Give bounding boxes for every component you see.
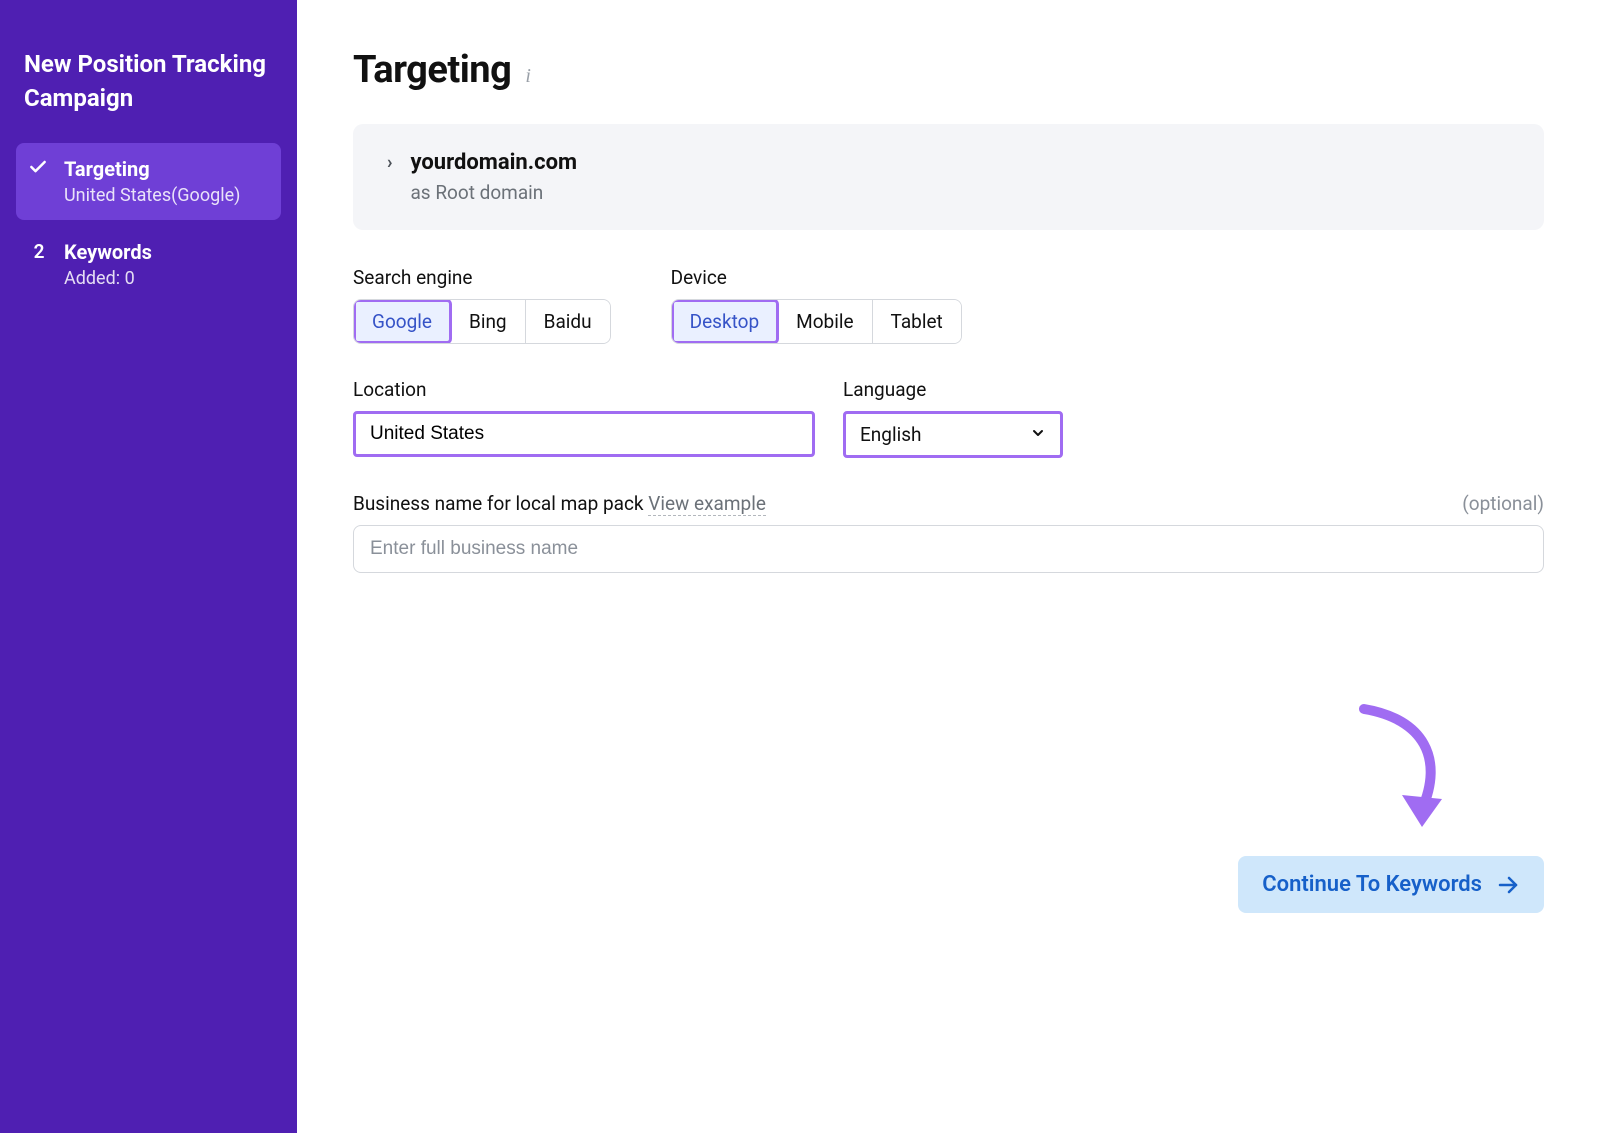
step-label-keywords: Keywords — [64, 240, 267, 264]
main-panel: Targeting i › yourdomain.com as Root dom… — [297, 0, 1600, 1133]
sidebar: New Position Tracking Campaign Targeting… — [0, 0, 297, 1133]
step-label-targeting: Targeting — [64, 157, 267, 181]
step-targeting[interactable]: Targeting United States(Google) — [16, 143, 281, 220]
domain-type-value: Root domain — [435, 181, 543, 204]
label-location: Location — [353, 378, 815, 401]
device-mobile[interactable]: Mobile — [778, 300, 872, 343]
step-sub-keywords: Added: 0 — [64, 268, 267, 289]
device-tablet[interactable]: Tablet — [873, 300, 961, 343]
segmented-device: Desktop Mobile Tablet — [671, 299, 962, 344]
continue-to-keywords-button[interactable]: Continue To Keywords — [1238, 856, 1544, 913]
label-search-engine: Search engine — [353, 266, 611, 289]
step-number: 2 — [28, 240, 50, 263]
group-language: Language English — [843, 378, 1063, 458]
chevron-down-icon — [1030, 425, 1046, 445]
segmented-search-engine: Google Bing Baidu — [353, 299, 611, 344]
label-business: Business name for local map pack View ex… — [353, 492, 766, 515]
step-body: Targeting United States(Google) — [64, 157, 267, 206]
label-language: Language — [843, 378, 1063, 401]
business-view-example-link[interactable]: View example — [648, 492, 766, 516]
step-sub-targeting: United States(Google) — [64, 185, 267, 206]
business-label-row: Business name for local map pack View ex… — [353, 492, 1544, 515]
step-body: Keywords Added: 0 — [64, 240, 267, 289]
domain-type-prefix: as — [410, 181, 435, 204]
group-device: Device Desktop Mobile Tablet — [671, 266, 962, 344]
language-value: English — [860, 423, 921, 446]
arrow-right-icon — [1496, 873, 1520, 897]
sidebar-title: New Position Tracking Campaign — [16, 48, 281, 115]
row-engine-device: Search engine Google Bing Baidu Device D… — [353, 266, 1544, 344]
search-engine-baidu[interactable]: Baidu — [526, 300, 610, 343]
language-select[interactable]: English — [843, 411, 1063, 458]
check-icon — [28, 157, 50, 177]
group-business: Business name for local map pack View ex… — [353, 492, 1544, 573]
business-name-input[interactable] — [353, 525, 1544, 573]
group-search-engine: Search engine Google Bing Baidu — [353, 266, 611, 344]
domain-card[interactable]: › yourdomain.com as Root domain — [353, 124, 1544, 230]
step-keywords[interactable]: 2 Keywords Added: 0 — [16, 226, 281, 303]
continue-label: Continue To Keywords — [1262, 872, 1482, 897]
label-device: Device — [671, 266, 962, 289]
domain-type: as Root domain — [410, 181, 577, 204]
chevron-right-icon: › — [387, 150, 392, 173]
label-business-text: Business name for local map pack — [353, 492, 648, 515]
row-location-language: Location Language English — [353, 378, 1544, 458]
group-location: Location — [353, 378, 815, 458]
search-engine-bing[interactable]: Bing — [451, 300, 526, 343]
page-title-row: Targeting i — [353, 48, 1544, 92]
page-title: Targeting — [353, 48, 511, 92]
domain-card-body: yourdomain.com as Root domain — [410, 150, 577, 204]
business-optional: (optional) — [1462, 492, 1544, 515]
search-engine-google[interactable]: Google — [354, 300, 451, 343]
domain-name: yourdomain.com — [410, 150, 577, 175]
annotation-arrow-icon — [1344, 699, 1464, 843]
location-input-wrap[interactable] — [353, 411, 815, 457]
location-input[interactable] — [370, 423, 798, 445]
info-icon[interactable]: i — [525, 65, 531, 88]
device-desktop[interactable]: Desktop — [672, 300, 779, 343]
